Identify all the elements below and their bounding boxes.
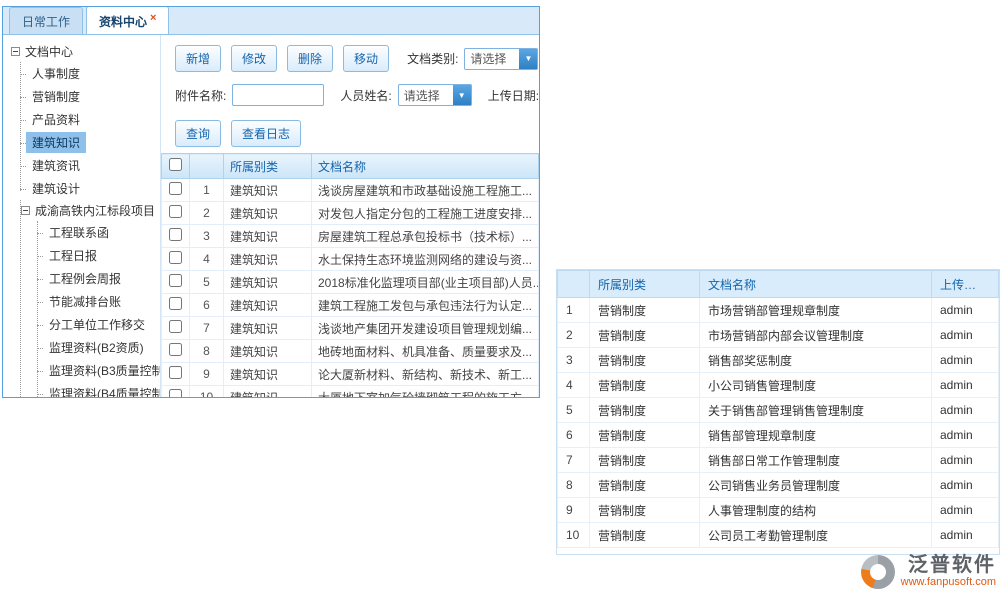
header-number xyxy=(558,271,590,298)
row-checkbox[interactable] xyxy=(169,228,182,241)
row-checkbox[interactable] xyxy=(169,182,182,195)
attachment-label: 附件名称: xyxy=(175,87,226,104)
doc-type-select[interactable]: 请选择 ▼ xyxy=(464,48,538,70)
document-table: 所属别类 文档名称 1建筑知识浅谈房屋建筑和市政基础设施工程施工...2建筑知识… xyxy=(161,153,539,398)
chevron-down-icon[interactable]: ▼ xyxy=(519,49,537,69)
tree-item[interactable]: 工程联系函 xyxy=(43,222,115,243)
tree-item[interactable]: 监理资料(B2资质) xyxy=(43,337,150,358)
table-row[interactable]: 4建筑知识水土保持生态环境监测网络的建设与资... xyxy=(162,248,539,271)
fanpu-logo-icon xyxy=(861,555,895,589)
table-row[interactable]: 5营销制度关于销售部管理销售管理制度admin xyxy=(558,398,999,423)
table-header-row: 所属别类 文档名称 上传… xyxy=(558,271,999,298)
header-uploader: 上传… xyxy=(932,271,999,298)
brand-name: 泛普软件 xyxy=(901,554,996,576)
table-row[interactable]: 2营销制度市场营销部内部会议管理制度admin xyxy=(558,323,999,348)
marketing-docs-panel: 所属别类 文档名称 上传… 1营销制度市场营销部管理规章制度admin2营销制度… xyxy=(556,269,1000,555)
row-checkbox[interactable] xyxy=(169,251,182,264)
table-row[interactable]: 3营销制度销售部奖惩制度admin xyxy=(558,348,999,373)
upload-date-label: 上传日期: xyxy=(488,87,539,104)
tree-item[interactable]: 建筑设计 xyxy=(26,178,86,199)
table-row[interactable]: 4营销制度小公司销售管理制度admin xyxy=(558,373,999,398)
project-tree-items: 工程联系函工程日报工程例会周报节能减排台账分工单位工作移交监理资料(B2资质)监… xyxy=(33,221,160,398)
marketing-table: 所属别类 文档名称 上传… 1营销制度市场营销部管理规章制度admin2营销制度… xyxy=(557,270,999,548)
row-checkbox[interactable] xyxy=(169,274,182,287)
table-header-row: 所属别类 文档名称 xyxy=(162,154,539,179)
tree-item[interactable]: 分工单位工作移交 xyxy=(43,314,151,335)
header-doc-name: 文档名称 xyxy=(312,154,539,179)
tree-item[interactable]: 建筑资讯 xyxy=(26,155,86,176)
tree-item[interactable]: 产品资料 xyxy=(26,109,86,130)
tree-item[interactable]: 监理资料(B3质量控制) xyxy=(43,360,161,381)
brand-url: www.fanpusoft.com xyxy=(901,576,996,589)
document-tree: 文档中心 人事制度营销制度产品资料建筑知识建筑资讯建筑设计 成渝高铁内江标段项目… xyxy=(3,35,161,398)
header-doc-name: 文档名称 xyxy=(700,271,932,298)
toolbar-buttons: 新增修改删除移动 xyxy=(175,45,399,72)
table-row[interactable]: 10营销制度公司员工考勤管理制度admin xyxy=(558,523,999,548)
toolbar-button[interactable]: 修改 xyxy=(231,45,277,72)
toolbar-button[interactable]: 新增 xyxy=(175,45,221,72)
header-number xyxy=(190,154,224,179)
tree-item[interactable]: 营销制度 xyxy=(26,86,86,107)
tab-data-center[interactable]: 资料中心× xyxy=(86,6,169,34)
tree-node-document-center[interactable]: 文档中心 xyxy=(11,41,160,62)
person-value: 请选择 xyxy=(399,87,453,104)
tree-item[interactable]: 建筑知识 xyxy=(26,132,86,153)
doc-type-value: 请选择 xyxy=(465,50,519,67)
row-checkbox[interactable] xyxy=(169,205,182,218)
table-row[interactable]: 1建筑知识浅谈房屋建筑和市政基础设施工程施工... xyxy=(162,179,539,202)
table-row[interactable]: 7建筑知识浅谈地产集团开发建设项目管理规划编... xyxy=(162,317,539,340)
header-category: 所属别类 xyxy=(224,154,312,179)
row-checkbox[interactable] xyxy=(169,389,182,398)
person-select[interactable]: 请选择 ▼ xyxy=(398,84,472,106)
document-center-window: 日常工作 资料中心× 文档中心 人事制度营销制度产品资料建筑知识建筑资讯建筑设计… xyxy=(2,6,540,398)
close-tab-icon[interactable]: × xyxy=(150,12,156,24)
search-button[interactable]: 查询 xyxy=(175,120,221,147)
row-checkbox[interactable] xyxy=(169,297,182,310)
row-checkbox[interactable] xyxy=(169,343,182,356)
tree-item[interactable]: 监理资料(B4质量控制) xyxy=(43,383,161,398)
tree-item[interactable]: 工程例会周报 xyxy=(43,268,127,289)
tree-project-label: 成渝高铁内江标段项目 xyxy=(35,202,155,219)
table-row[interactable]: 6营销制度销售部管理规章制度admin xyxy=(558,423,999,448)
attachment-input[interactable] xyxy=(232,84,324,106)
toolbar-button[interactable]: 删除 xyxy=(287,45,333,72)
fanpu-branding: 泛普软件 www.fanpusoft.com xyxy=(861,554,996,589)
table-row[interactable]: 8营销制度公司销售业务员管理制度admin xyxy=(558,473,999,498)
table-row[interactable]: 5建筑知识2018标准化监理项目部(业主项目部)人员... xyxy=(162,271,539,294)
person-label: 人员姓名: xyxy=(340,87,391,104)
view-log-button[interactable]: 查看日志 xyxy=(231,120,301,147)
tab-data-center-label: 资料中心 xyxy=(99,15,147,29)
document-main-area: 新增修改删除移动 文档类别: 请选择 ▼ 文档名称: 附件名称: 人员姓名: 请… xyxy=(161,35,539,398)
table-row[interactable]: 8建筑知识地砖地面材料、机具准备、质量要求及... xyxy=(162,340,539,363)
row-checkbox[interactable] xyxy=(169,320,182,333)
table-row[interactable]: 3建筑知识房屋建筑工程总承包投标书（技术标）... xyxy=(162,225,539,248)
header-category: 所属别类 xyxy=(590,271,700,298)
table-row[interactable]: 6建筑知识建筑工程施工发包与承包违法行为认定... xyxy=(162,294,539,317)
table-row[interactable]: 9建筑知识论大厦新材料、新结构、新技术、新工... xyxy=(162,363,539,386)
chevron-down-icon[interactable]: ▼ xyxy=(453,85,471,105)
collapse-icon[interactable] xyxy=(11,47,20,56)
tab-daily-work-label: 日常工作 xyxy=(22,15,70,29)
tree-item[interactable]: 节能减排台账 xyxy=(43,291,127,312)
tree-root-label: 文档中心 xyxy=(25,43,73,60)
table-row[interactable]: 7营销制度销售部日常工作管理制度admin xyxy=(558,448,999,473)
tree-node-project[interactable]: 成渝高铁内江标段项目 xyxy=(21,200,160,221)
tab-bar: 日常工作 资料中心× xyxy=(3,7,539,35)
row-checkbox[interactable] xyxy=(169,366,182,379)
tree-item[interactable]: 人事制度 xyxy=(26,63,86,84)
table-row[interactable]: 2建筑知识对发包人指定分包的工程施工进度安排... xyxy=(162,202,539,225)
tree-items: 人事制度营销制度产品资料建筑知识建筑资讯建筑设计 xyxy=(16,62,160,200)
tree-item[interactable]: 工程日报 xyxy=(43,245,103,266)
table-row[interactable]: 10建筑知识大厦地下室加气砼墙砌筑工程的施工方... xyxy=(162,386,539,399)
toolbar-button[interactable]: 移动 xyxy=(343,45,389,72)
tab-daily-work[interactable]: 日常工作 xyxy=(9,7,83,34)
table-row[interactable]: 1营销制度市场营销部管理规章制度admin xyxy=(558,298,999,323)
collapse-icon[interactable] xyxy=(21,206,30,215)
doc-type-label: 文档类别: xyxy=(407,50,458,67)
select-all-checkbox[interactable] xyxy=(169,158,182,171)
table-row[interactable]: 9营销制度人事管理制度的结构admin xyxy=(558,498,999,523)
